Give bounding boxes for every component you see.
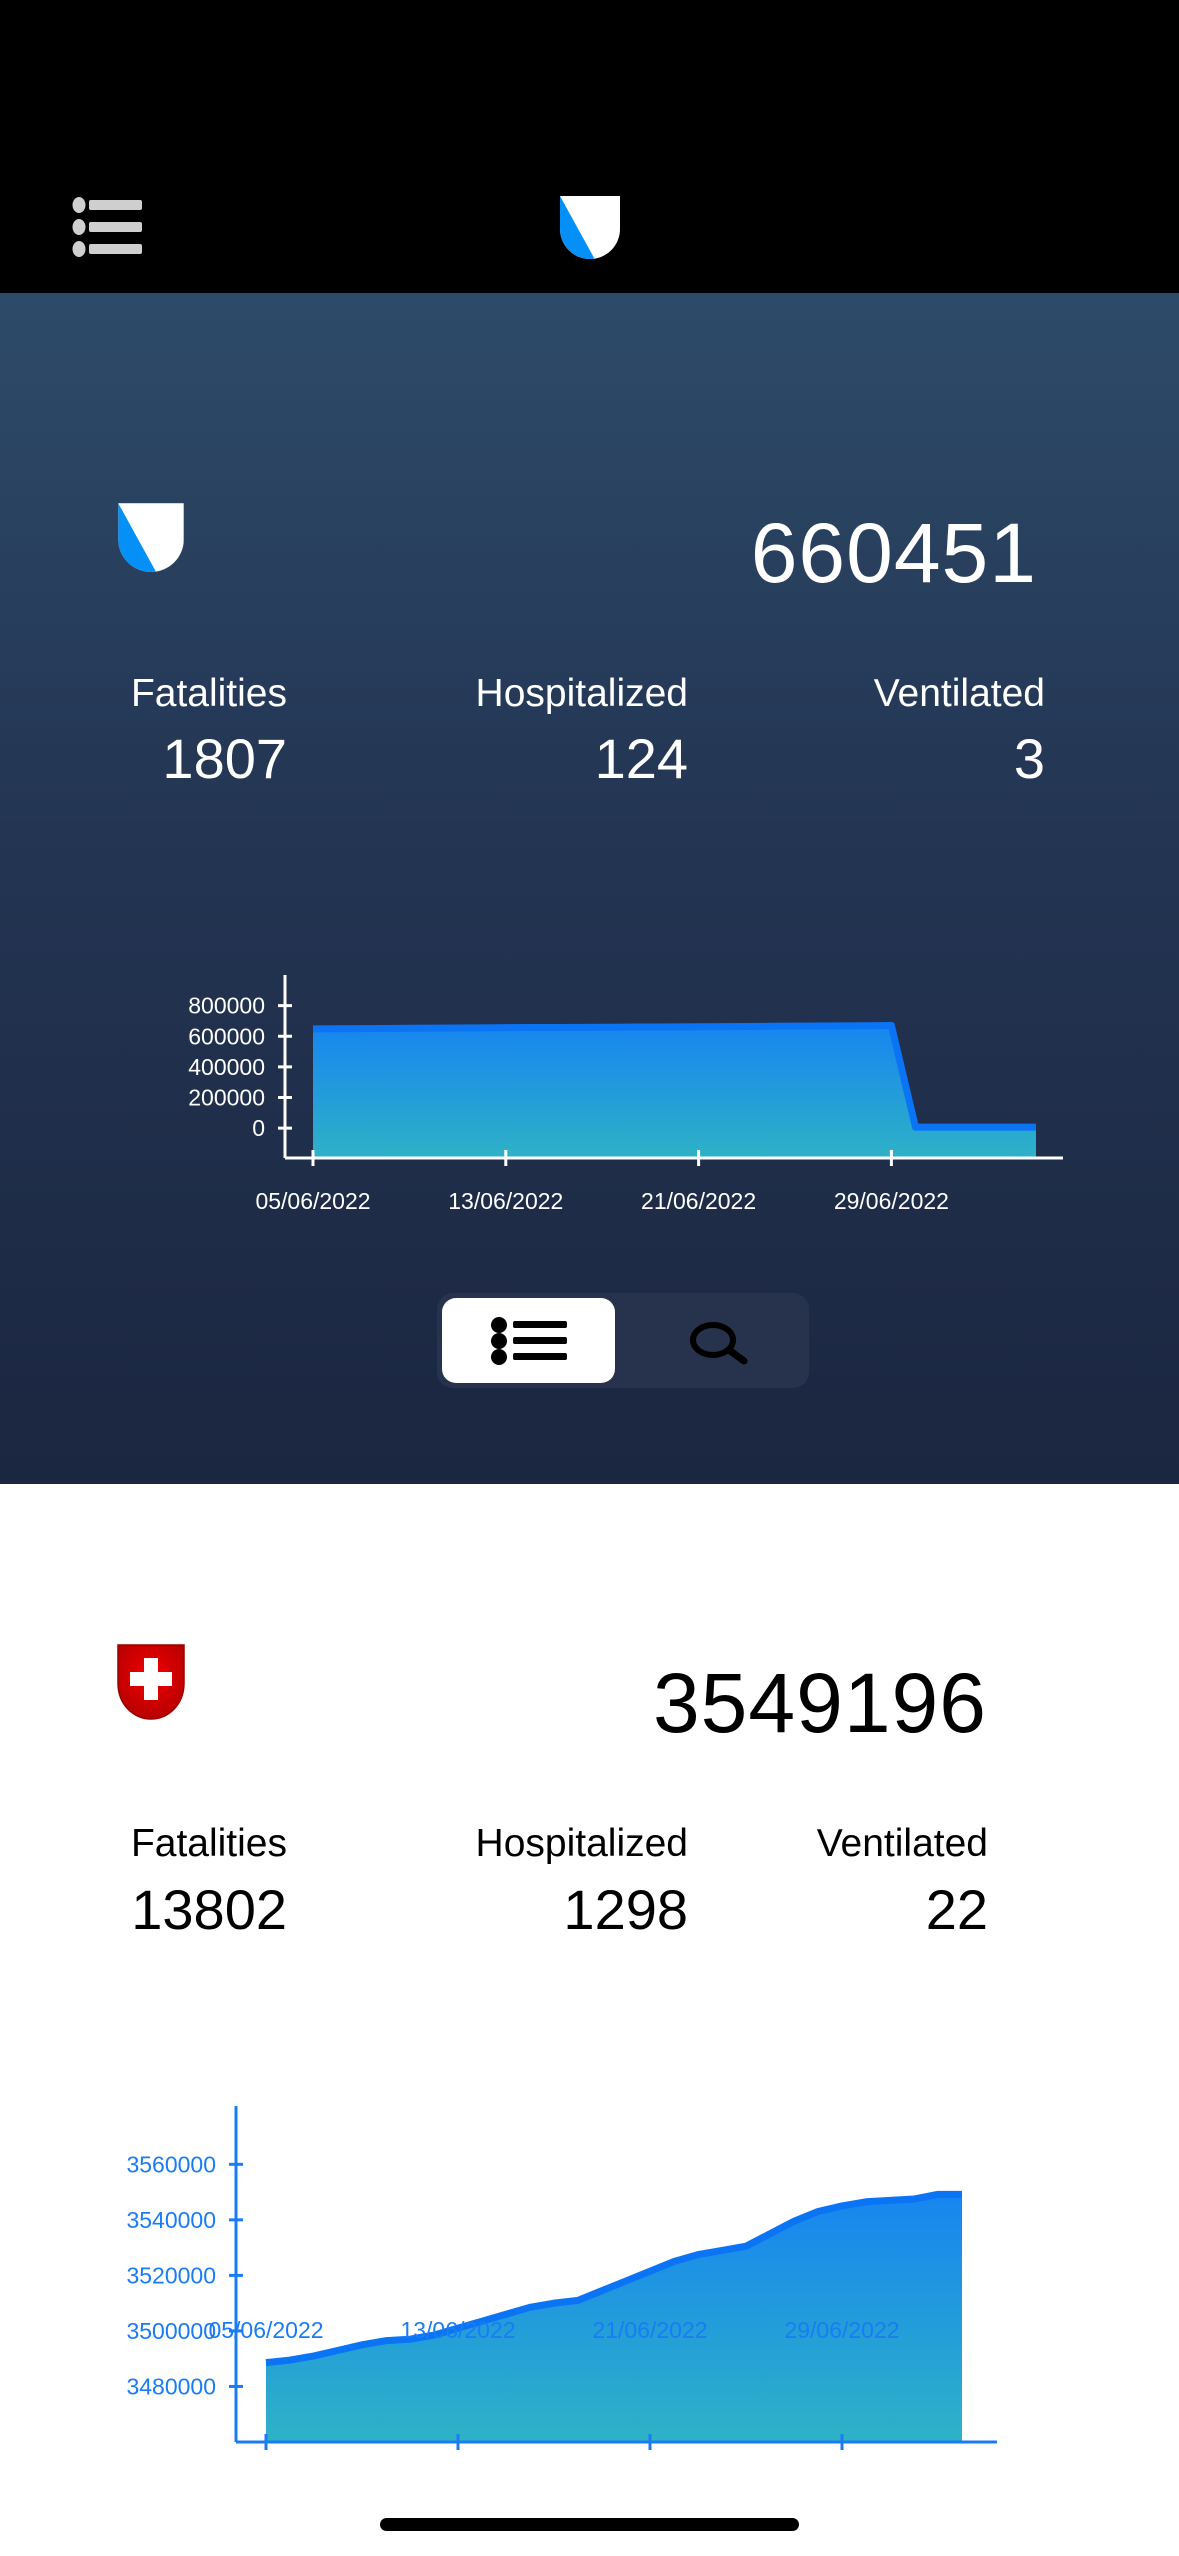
home-indicator[interactable] — [380, 2518, 799, 2531]
y-tick-label: 3540000 — [126, 2207, 216, 2233]
y-tick-label: 3500000 — [126, 2318, 216, 2344]
y-tick-label: 3520000 — [126, 2262, 216, 2288]
x-tick-label: 21/06/2022 — [592, 2317, 707, 2343]
y-tick-label: 3480000 — [126, 2373, 216, 2399]
x-tick-label: 05/06/2022 — [208, 2317, 323, 2343]
x-tick-label: 13/06/2022 — [400, 2317, 515, 2343]
y-tick-label: 3560000 — [126, 2151, 216, 2177]
x-tick-label: 29/06/2022 — [784, 2317, 899, 2343]
country-cases-chart: 3560000 3540000 3520000 3500000 3480000 05/06… — [126, 2106, 997, 2450]
